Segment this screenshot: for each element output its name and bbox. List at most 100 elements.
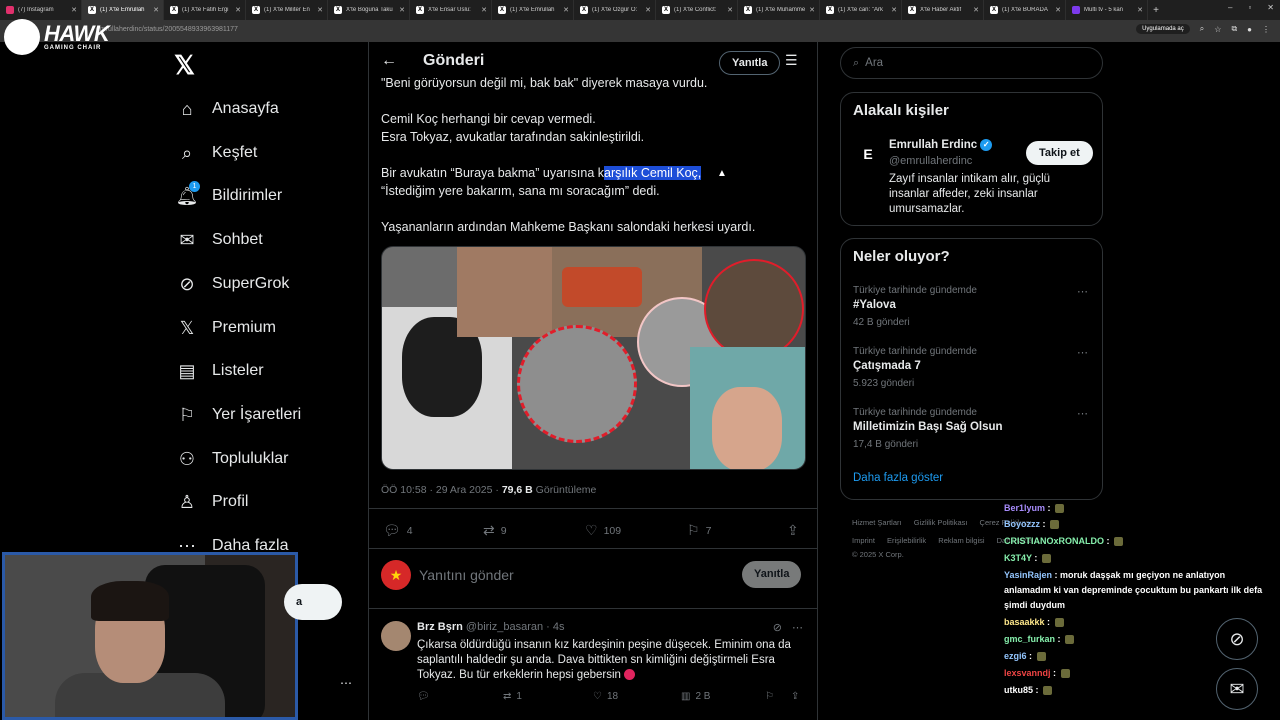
extensions-icon[interactable]: ⧉: [1231, 24, 1237, 34]
reply-action[interactable]: 💬︎: [417, 691, 430, 702]
chat-username[interactable]: CRISTIANOxRONALDO: [1004, 536, 1104, 546]
like-action[interactable]: ♡ 109: [585, 522, 621, 539]
sidebar-item-bookmarks[interactable]: ⚐ Yer İşaretleri: [176, 400, 301, 430]
avatar[interactable]: E: [853, 139, 883, 169]
follow-button[interactable]: Takip et: [1026, 141, 1093, 165]
chat-username[interactable]: Boyozzz: [1004, 519, 1040, 529]
close-icon[interactable]: ✕: [727, 6, 733, 14]
sidebar-item-premium[interactable]: 𝕏 Premium: [176, 313, 276, 343]
views-action[interactable]: ▥ 2 B: [681, 691, 710, 702]
back-arrow-icon[interactable]: ←: [381, 52, 397, 70]
sidebar-item-notifications[interactable]: 🔔︎ 1 Bildirimler: [176, 181, 282, 211]
repost-action[interactable]: ⇄ 9: [483, 522, 507, 539]
more-icon[interactable]: ⋯: [1077, 346, 1088, 359]
search-bar[interactable]: ⌕: [840, 47, 1103, 79]
close-icon[interactable]: ✕: [235, 6, 241, 14]
bookmark-action[interactable]: ⚐: [765, 691, 774, 702]
close-icon[interactable]: ✕: [481, 6, 487, 14]
chat-username[interactable]: basaakkk: [1004, 617, 1045, 627]
browser-tab[interactable]: X (1) X'te Militer En ✕: [246, 0, 328, 20]
more-icon[interactable]: ⋯: [792, 621, 803, 634]
profile-icon[interactable]: ●: [1247, 25, 1252, 34]
grok-button[interactable]: ⊘: [1216, 618, 1258, 660]
close-icon[interactable]: ✕: [645, 6, 651, 14]
browser-tab[interactable]: X (1) X'te Özgür Ö: ✕: [574, 0, 656, 20]
open-in-app-button[interactable]: Uygulamada aç: [1136, 24, 1190, 34]
user-name[interactable]: Emrullah Erdinc ✓: [889, 139, 993, 151]
share-action[interactable]: ⇪: [791, 691, 799, 702]
like-action[interactable]: ♡ 18: [593, 691, 618, 702]
reply-tweet[interactable]: Brz Bşrn @biriz_basaran · 4s ⊘ ⋯ Çıkarsa …: [369, 609, 817, 720]
x-logo-icon[interactable]: 𝕏: [174, 50, 195, 81]
sliders-icon[interactable]: ☰: [785, 52, 798, 69]
avatar[interactable]: ★: [381, 560, 411, 590]
sidebar-item-communities[interactable]: ⚇ Topluluklar: [176, 444, 289, 474]
browser-tab[interactable]: X (1) X'te Conflict: ✕: [656, 0, 738, 20]
footer-link[interactable]: Reklam bilgisi: [938, 536, 984, 545]
repost-action[interactable]: ⇄ 1: [503, 691, 522, 702]
chat-username[interactable]: YasinRajen: [1004, 570, 1052, 580]
footer-link[interactable]: Imprint: [852, 536, 875, 545]
show-more-link[interactable]: Daha fazla göster: [853, 472, 943, 484]
close-icon[interactable]: ✕: [399, 6, 405, 14]
zoom-icon[interactable]: ⌕: [1200, 24, 1204, 34]
close-icon[interactable]: ✕: [317, 6, 323, 14]
share-action[interactable]: ⇪: [787, 522, 799, 539]
reply-button[interactable]: Yanıtla: [719, 51, 781, 75]
chat-username[interactable]: Ber1lyum: [1004, 503, 1045, 513]
close-icon[interactable]: ✕: [891, 6, 897, 14]
reply-action[interactable]: 💬︎ 4: [383, 522, 413, 539]
more-icon[interactable]: ⋯: [1077, 407, 1088, 420]
messages-button[interactable]: ✉: [1216, 668, 1258, 710]
footer-link[interactable]: Erişilebilirlik: [887, 536, 926, 545]
browser-tab[interactable]: X X'te Ensar Uslu: ✕: [410, 0, 492, 20]
more-icon[interactable]: ⋯: [1077, 285, 1088, 298]
close-icon[interactable]: ✕: [1055, 6, 1061, 14]
search-input[interactable]: [865, 57, 1066, 69]
browser-tab[interactable]: X (1) X'te Fatih Ergi ✕: [164, 0, 246, 20]
chat-username[interactable]: lexsvanndj: [1004, 668, 1051, 678]
post-reply-button[interactable]: Yanıtla: [742, 561, 802, 588]
footer-link[interactable]: Hizmet Şartları: [852, 518, 902, 527]
maximize-icon[interactable]: ▫: [1248, 3, 1251, 12]
minimize-icon[interactable]: –: [1228, 3, 1232, 12]
chat-username[interactable]: gmc_furkan: [1004, 634, 1055, 644]
chat-username[interactable]: utku85: [1004, 685, 1033, 695]
reply-author[interactable]: Brz Bşrn: [417, 621, 463, 633]
new-tab-button[interactable]: +: [1148, 5, 1164, 16]
sidebar-item-chat[interactable]: ✉ Sohbet: [176, 225, 262, 255]
sidebar-item-explore[interactable]: ⌕ Keşfet: [176, 138, 257, 168]
post-button[interactable]: a: [284, 584, 342, 620]
star-icon[interactable]: ☆: [1214, 25, 1221, 34]
sidebar-item-home[interactable]: ⌂ Anasayfa: [176, 94, 279, 124]
close-window-icon[interactable]: ✕: [1267, 3, 1274, 12]
avatar[interactable]: [381, 621, 411, 651]
browser-tab[interactable]: X X'te Boguna Taku ✕: [328, 0, 410, 20]
bookmark-action[interactable]: ⚐ 7: [687, 522, 711, 539]
browser-tab[interactable]: X (1) X'te can: "Ark ✕: [820, 0, 902, 20]
close-icon[interactable]: ✕: [1137, 6, 1143, 14]
chat-username[interactable]: ezgi6: [1004, 651, 1027, 661]
browser-tab[interactable]: X X'te Haber Aktif ✕: [902, 0, 984, 20]
close-icon[interactable]: ✕: [71, 6, 77, 14]
sidebar-item-lists[interactable]: ▤ Listeler: [176, 356, 263, 386]
sidebar-item-profile[interactable]: ♙ Profil: [176, 487, 249, 517]
browser-tab[interactable]: X (1) X'te Emrullah ✕: [492, 0, 574, 20]
reply-input[interactable]: Yanıtını gönder: [419, 567, 514, 583]
close-icon[interactable]: ✕: [973, 6, 979, 14]
close-icon[interactable]: ✕: [809, 6, 815, 14]
close-icon[interactable]: ✕: [563, 6, 569, 14]
tweet-image[interactable]: [381, 246, 806, 470]
sidebar-item-supergrok[interactable]: ⊘ SuperGrok: [176, 269, 289, 299]
menu-icon[interactable]: ⋮: [1262, 25, 1270, 34]
chat-username[interactable]: K3T4Y: [1004, 553, 1032, 563]
url-field[interactable]: emrullaherdinc/status/200554893396398117…: [96, 26, 238, 33]
sidebar-item-label: Premium: [212, 319, 277, 336]
account-more-icon[interactable]: ⋯: [340, 676, 352, 690]
grok-icon[interactable]: ⊘: [773, 621, 782, 634]
browser-tab[interactable]: Multi tv - 5 kan ✕: [1066, 0, 1148, 20]
close-icon[interactable]: ✕: [153, 6, 159, 14]
browser-tab[interactable]: X (1) X'te Muhamme ✕: [738, 0, 820, 20]
footer-link[interactable]: Gizlilik Politikası: [914, 518, 968, 527]
browser-tab[interactable]: X (1) X'te BURADA ✕: [984, 0, 1066, 20]
